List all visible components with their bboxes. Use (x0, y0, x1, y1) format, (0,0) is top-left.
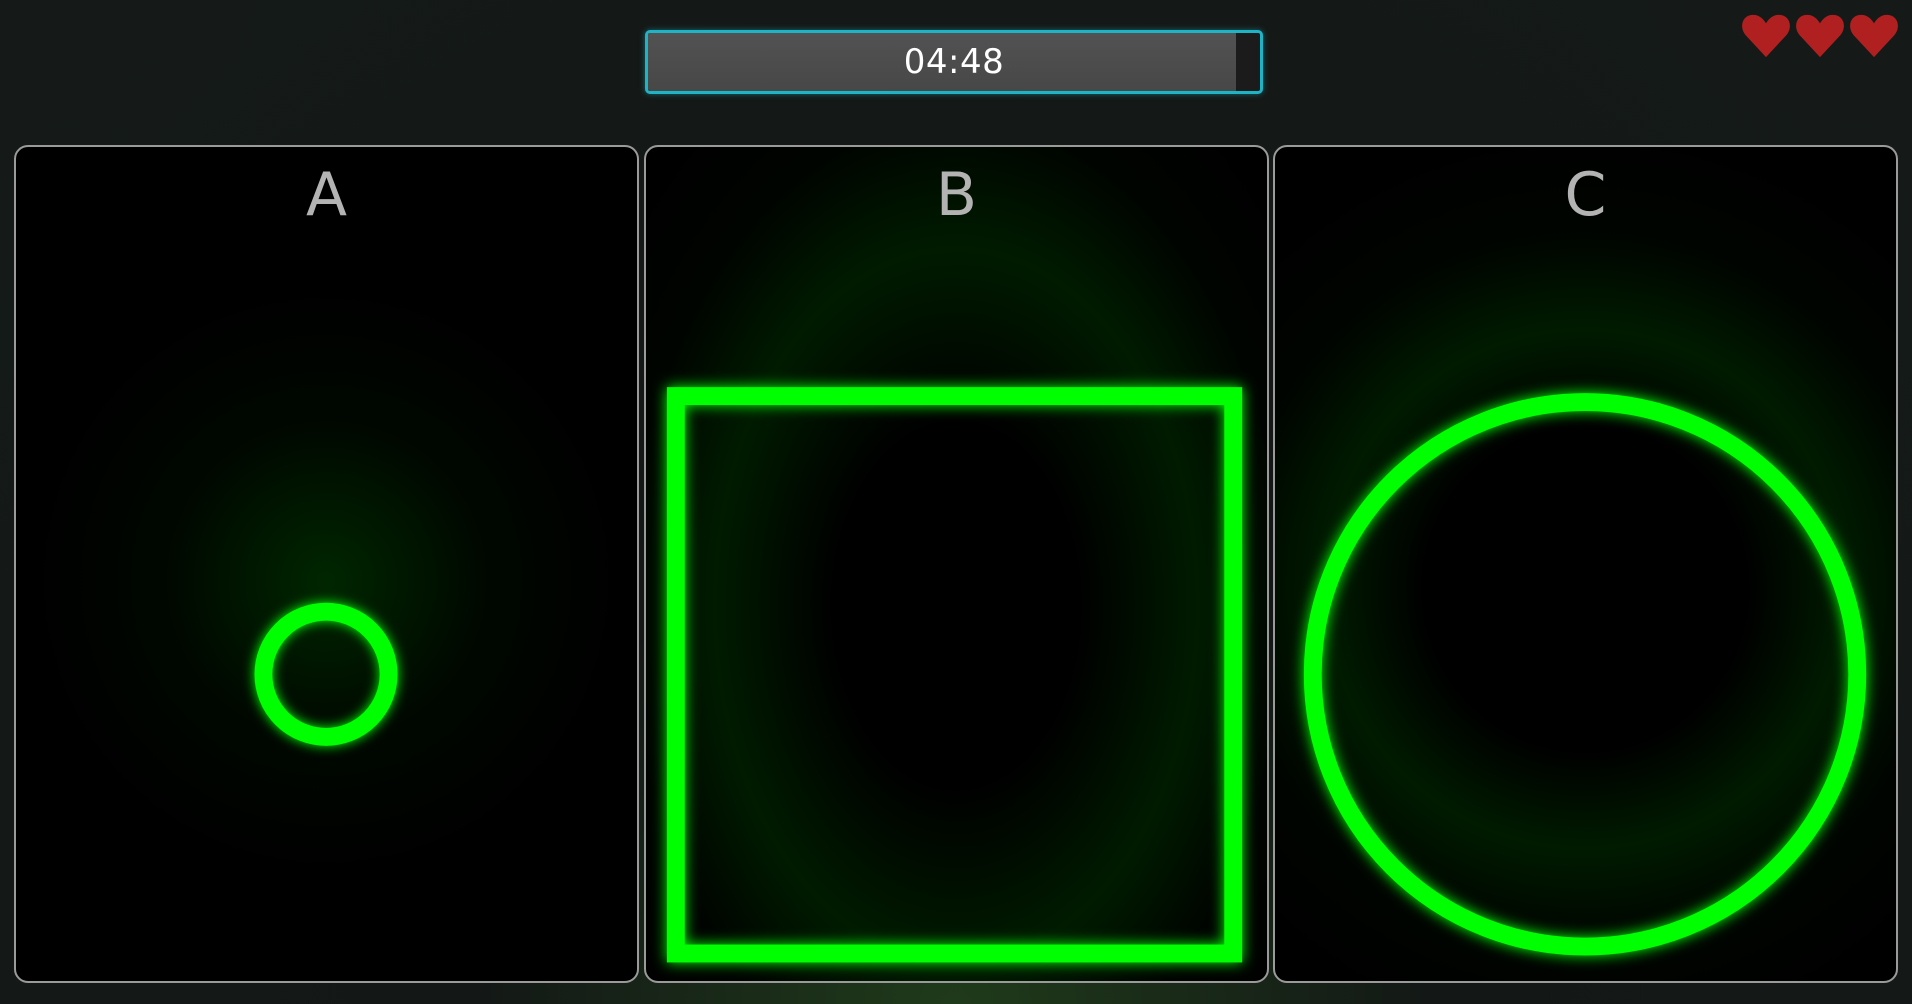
lives-indicator (1740, 10, 1900, 62)
large-circle-shape (1303, 393, 1867, 956)
timer-bar: 04:48 (645, 30, 1263, 94)
timer-text: 04:48 (903, 42, 1005, 82)
heart-icon (1796, 14, 1844, 58)
small-circle-shape (254, 602, 398, 746)
choice-panel-a[interactable]: A (14, 145, 639, 983)
heart-icon (1850, 14, 1898, 58)
choice-panel-b[interactable]: B (644, 145, 1269, 983)
square-shape (666, 387, 1243, 963)
choice-panel-c[interactable]: C (1273, 145, 1898, 983)
heart-icon (1742, 14, 1790, 58)
